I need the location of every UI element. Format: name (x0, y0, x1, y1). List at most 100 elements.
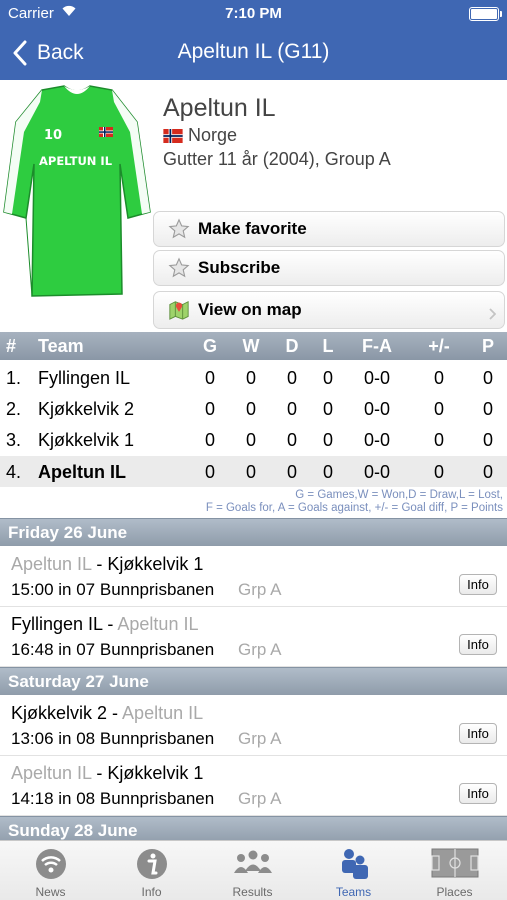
tab-places-label: Places (436, 885, 473, 899)
match-row[interactable]: Kjøkkelvik 2 - Apeltun IL 13:06 in 08 Bu… (0, 696, 507, 756)
row-points: 0 (482, 462, 493, 482)
tab-places[interactable]: Places (404, 841, 505, 900)
standings-row-highlighted[interactable]: 4. Apeltun IL 0 0 0 0 0-0 0 0 (0, 456, 507, 487)
row-goals: 0-0 (363, 399, 390, 419)
match-time-venue: 16:48 in 07 Bunnprisbanen (11, 640, 215, 659)
row-won: 0 (245, 399, 256, 419)
row-won: 0 (245, 462, 256, 482)
tab-bar: News Info Results Teams Places (0, 840, 507, 900)
row-draw: 0 (286, 430, 297, 450)
tab-results-label: Results (232, 885, 273, 899)
row-goal-diff: 0 (433, 399, 444, 419)
row-goal-diff: 0 (433, 430, 444, 450)
team-jersey-image: 10 APELTUN IL (2, 82, 152, 302)
status-bar: Carrier 7:10 PM (0, 0, 507, 28)
match-row[interactable]: Apeltun IL - Kjøkkelvik 1 14:18 in 08 Bu… (0, 756, 507, 816)
row-team: Kjøkkelvik 1 (38, 430, 135, 450)
team-name: Apeltun IL (163, 94, 276, 122)
team-separator: - (102, 614, 118, 634)
row-lost: 0 (322, 462, 333, 482)
away-team: Kjøkkelvik 1 (107, 554, 204, 574)
match-group: Grp A (238, 729, 282, 748)
col-team: Team (38, 336, 84, 356)
row-team: Fyllingen IL (38, 368, 131, 388)
match-time-venue: 13:06 in 08 Bunnprisbanen (11, 729, 215, 748)
row-pos: 2. (6, 399, 22, 419)
day-header: Saturday 27 June (0, 667, 507, 695)
info-button[interactable]: Info (459, 634, 497, 655)
standings-header: # Team G W D L F-A +/- P (0, 332, 507, 360)
row-points: 0 (482, 399, 493, 419)
country-label: Norge (188, 125, 238, 145)
info-icon (136, 849, 167, 879)
norway-flag-icon (163, 128, 183, 143)
view-on-map-button[interactable]: View on map (153, 291, 505, 329)
home-team: Apeltun IL (11, 554, 92, 574)
row-pos: 4. (6, 462, 22, 482)
row-team: Kjøkkelvik 2 (38, 399, 135, 419)
tab-info-label: Info (141, 885, 162, 899)
standings-row[interactable]: 2. Kjøkkelvik 2 0 0 0 0 0-0 0 0 (0, 393, 507, 424)
match-time-venue: 15:00 in 07 Bunnprisbanen (11, 580, 215, 599)
info-button[interactable]: Info (459, 574, 497, 595)
match-teams: Apeltun IL - Kjøkkelvik 1 (11, 763, 203, 784)
tab-results[interactable]: Results (202, 841, 303, 900)
info-button[interactable]: Info (459, 783, 497, 804)
home-team: Apeltun IL (11, 763, 92, 783)
row-draw: 0 (286, 462, 297, 482)
standings-legend-line1: G = Games,W = Won,D = Draw,L = Lost, (295, 489, 503, 501)
tab-news[interactable]: News (0, 841, 101, 900)
row-pos: 1. (6, 368, 22, 388)
row-draw: 0 (286, 368, 297, 388)
team-separator: - (91, 763, 108, 783)
jersey-text: APELTUN IL (39, 154, 113, 168)
match-group: Grp A (238, 789, 282, 808)
news-icon (35, 849, 66, 879)
row-goals: 0-0 (363, 430, 390, 450)
standings-row[interactable]: 3. Kjøkkelvik 1 0 0 0 0 0-0 0 0 (0, 424, 507, 455)
match-time-venue: 14:18 in 08 Bunnprisbanen (11, 789, 215, 808)
row-points: 0 (482, 430, 493, 450)
match-teams: Fyllingen IL - Apeltun IL (11, 614, 198, 635)
map-icon (169, 301, 189, 320)
col-games: G (202, 336, 217, 356)
row-team: Apeltun IL (38, 462, 126, 482)
team-separator: - (107, 703, 123, 723)
tab-news-label: News (35, 885, 66, 899)
top-bar: Carrier 7:10 PM Back Apeltun IL (G11) (0, 0, 507, 80)
row-games: 0 (204, 430, 215, 450)
row-lost: 0 (322, 430, 333, 450)
match-row[interactable]: Fyllingen IL - Apeltun IL 16:48 in 07 Bu… (0, 607, 507, 667)
page-title: Apeltun IL (G11) (177, 40, 330, 63)
teams-icon (341, 849, 368, 879)
row-pos: 3. (6, 430, 22, 450)
match-group: Grp A (238, 580, 282, 599)
row-goal-diff: 0 (433, 462, 444, 482)
row-won: 0 (245, 368, 256, 388)
tab-teams[interactable]: Teams (303, 841, 404, 900)
battery-icon (469, 7, 502, 21)
row-games: 0 (204, 368, 215, 388)
results-icon (233, 850, 272, 873)
jersey-number: 10 (44, 128, 62, 143)
subscribe-button[interactable]: Subscribe (153, 250, 505, 286)
col-won: W (242, 336, 260, 356)
match-teams: Kjøkkelvik 2 - Apeltun IL (11, 703, 203, 724)
make-favorite-button[interactable]: Make favorite (153, 211, 505, 247)
match-row[interactable]: Apeltun IL - Kjøkkelvik 1 15:00 in 07 Bu… (0, 547, 507, 607)
team-separator: - (91, 554, 108, 574)
navigation-bar: Back Apeltun IL (G11) (0, 28, 507, 80)
make-favorite-label: Make favorite (198, 219, 307, 238)
away-team: Apeltun IL (122, 703, 204, 723)
row-goals: 0-0 (363, 462, 390, 482)
tab-teams-label: Teams (335, 885, 372, 899)
row-goal-diff: 0 (433, 368, 444, 388)
info-button[interactable]: Info (459, 723, 497, 744)
row-games: 0 (204, 399, 215, 419)
tab-info[interactable]: Info (101, 841, 202, 900)
home-team: Fyllingen IL (11, 614, 103, 634)
standings-row[interactable]: 1. Fyllingen IL 0 0 0 0 0-0 0 0 (0, 362, 507, 393)
field-icon (430, 848, 479, 878)
row-won: 0 (245, 430, 256, 450)
home-team: Kjøkkelvik 2 (11, 703, 108, 723)
